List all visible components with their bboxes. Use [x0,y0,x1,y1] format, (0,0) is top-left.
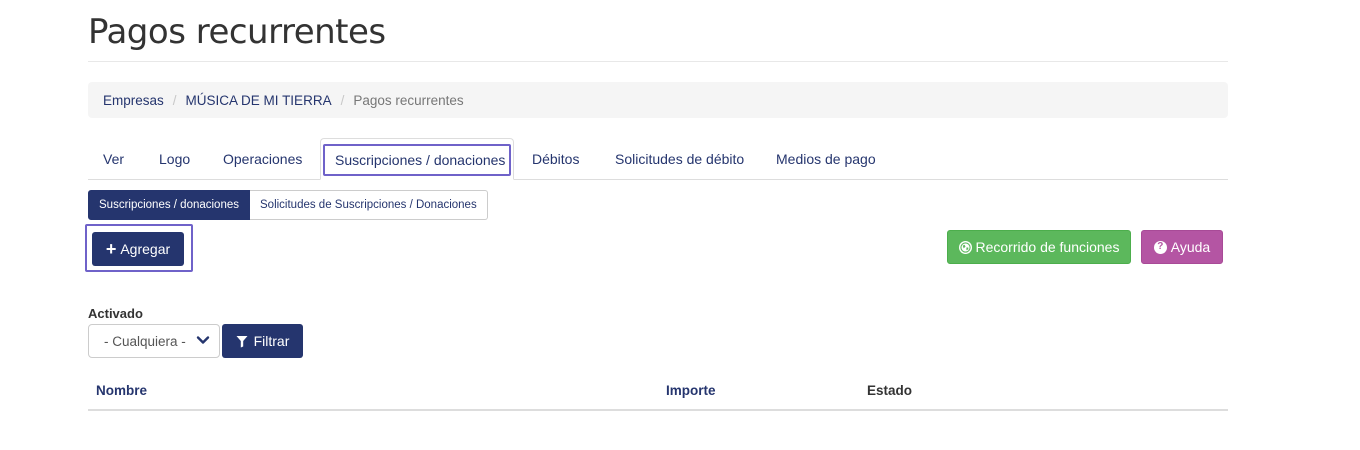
breadcrumb: Empresas / MÚSICA DE MI TIERRA / Pagos r… [88,82,1228,118]
feature-tour-label: Recorrido de funciones [975,239,1120,255]
tab-medios-de-pago[interactable]: Medios de pago [776,138,876,180]
tab-label: Suscripciones / donaciones [335,152,506,168]
add-button-label: Agregar [120,241,171,257]
page-title: Pagos recurrentes [88,12,386,52]
feature-tour-button[interactable]: Recorrido de funciones [947,230,1131,264]
breadcrumb-link-company[interactable]: MÚSICA DE MI TIERRA [186,93,332,108]
tab-operaciones[interactable]: Operaciones [223,138,302,180]
tab-debitos[interactable]: Débitos [532,138,579,180]
help-button[interactable]: ? Ayuda [1141,230,1223,264]
plus-icon: + [105,239,117,259]
tab-ver[interactable]: Ver [103,138,124,180]
column-header-estado: Estado [867,383,913,398]
filter-activado-label: Activado [88,306,143,321]
subtab-solicitudes-suscripciones[interactable]: Solicitudes de Suscripciones / Donacione… [250,190,488,220]
chevron-down-icon [196,336,210,344]
activado-select-value: - Cualquiera - [104,333,186,349]
sub-tabs: Suscripciones / donaciones Solicitudes d… [88,190,488,220]
column-header-importe[interactable]: Importe [666,383,716,398]
add-button[interactable]: + Agregar [92,232,184,266]
title-divider [88,61,1228,62]
question-circle-icon: ? [1153,240,1167,254]
breadcrumb-separator: / [172,92,177,108]
breadcrumb-link-empresas[interactable]: Empresas [103,93,164,108]
tab-suscripciones-donaciones[interactable]: Suscripciones / donaciones [320,138,514,180]
tab-solicitudes-de-debito[interactable]: Solicitudes de débito [615,138,744,180]
add-button-focus-outline: + Agregar [85,224,193,272]
subtab-suscripciones-donaciones[interactable]: Suscripciones / donaciones [88,190,250,220]
tab-logo[interactable]: Logo [159,138,190,180]
breadcrumb-current: Pagos recurrentes [353,92,464,108]
activado-select[interactable]: - Cualquiera - [88,324,220,358]
filter-button[interactable]: Filtrar [222,324,303,358]
table-header: Nombre Importe Estado [88,372,1228,411]
globe-icon [958,240,972,254]
filter-icon [236,335,248,347]
help-button-label: Ayuda [1170,239,1211,255]
column-header-nombre[interactable]: Nombre [96,383,147,398]
main-tabs: Ver Logo Operaciones Suscripciones / don… [88,138,1228,180]
breadcrumb-separator: / [340,92,345,108]
filter-button-label: Filtrar [253,333,290,349]
